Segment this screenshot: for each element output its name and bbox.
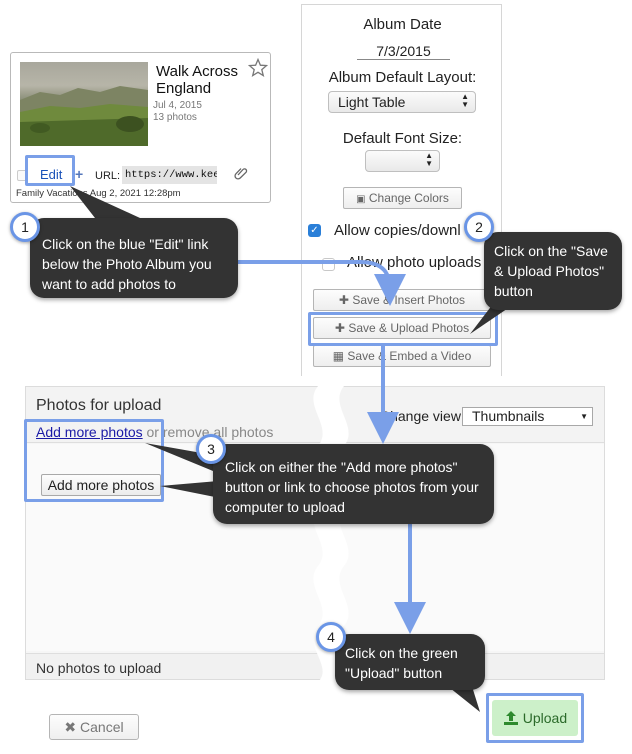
callout-step-4: Click on the green "Upload" button [335,634,485,690]
step-3-badge: 3 [196,434,226,464]
callout-step-4-text: Click on the green "Upload" button [345,645,458,681]
callout-step-3-text: Click on either the "Add more photos" bu… [225,459,479,515]
step-4-badge: 4 [316,622,346,652]
callout-step-1: Click on the blue "Edit" link below the … [30,218,238,298]
callout-step-3: Click on either the "Add more photos" bu… [213,444,494,524]
callout-step-1-text: Click on the blue "Edit" link below the … [42,236,212,292]
callout-step-2: Click on the "Save & Upload Photos" butt… [484,232,622,310]
callout-step-2-text: Click on the "Save & Upload Photos" butt… [494,243,608,299]
step-2-badge: 2 [464,212,494,242]
step-1-badge: 1 [10,212,40,242]
